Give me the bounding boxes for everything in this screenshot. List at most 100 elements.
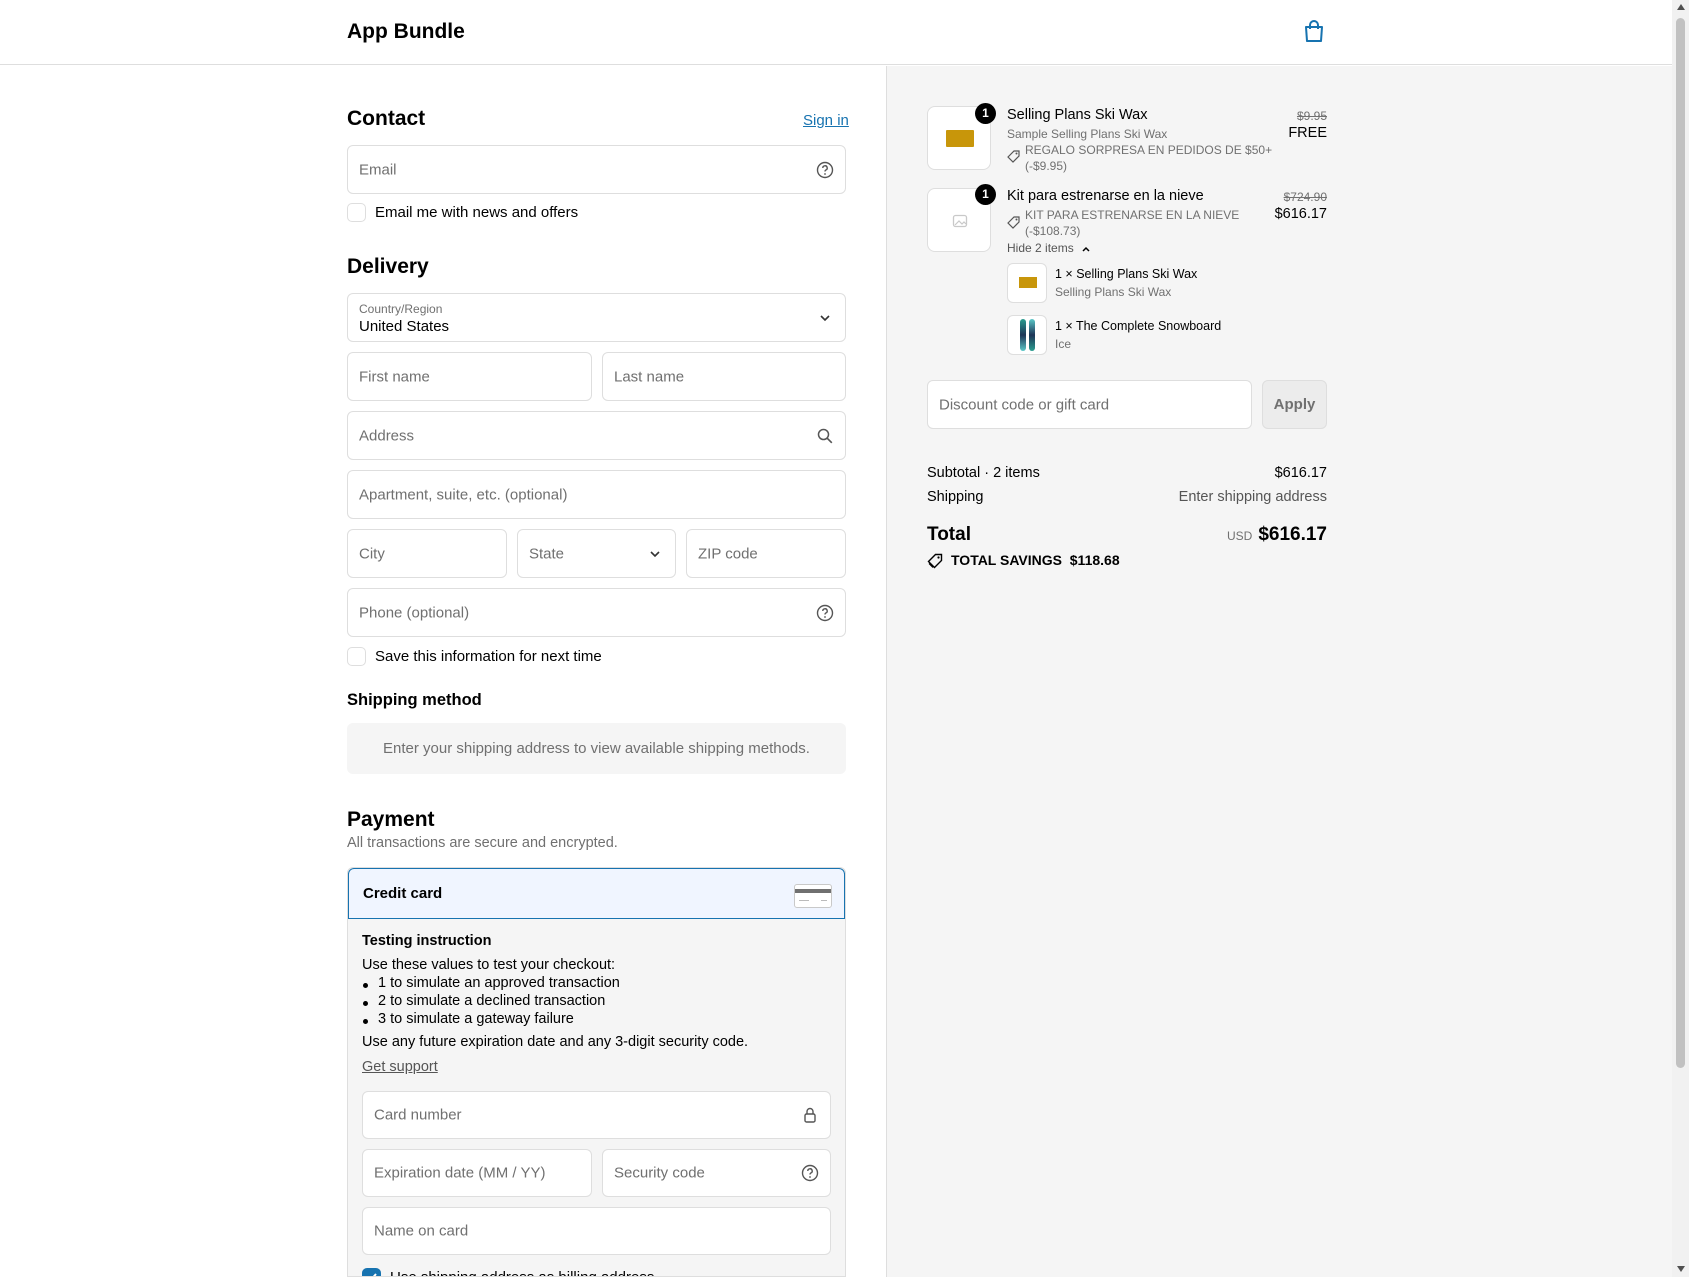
billing-checkbox[interactable] bbox=[362, 1268, 381, 1276]
help-circle-icon[interactable] bbox=[801, 1164, 819, 1182]
item-name: Selling Plans Ski Wax bbox=[1007, 107, 1148, 123]
total-value: $616.17 bbox=[1258, 524, 1327, 545]
delivery-title: Delivery bbox=[347, 255, 429, 278]
scrollbar-thumb[interactable] bbox=[1676, 18, 1685, 1068]
lock-icon bbox=[804, 1107, 816, 1123]
shipping-value: Enter shipping address bbox=[1178, 489, 1327, 505]
instruction-code: 1 bbox=[378, 975, 387, 991]
item-price: FREE bbox=[1288, 125, 1327, 141]
tag-icon bbox=[1007, 150, 1020, 163]
apartment-field[interactable]: Apartment, suite, etc. (optional) bbox=[347, 470, 846, 519]
chevron-down-icon bbox=[650, 550, 660, 557]
help-circle-icon[interactable] bbox=[816, 161, 834, 179]
discount-code-placeholder: Discount code or gift card bbox=[939, 396, 1110, 413]
first-name-field[interactable]: First name bbox=[347, 352, 592, 401]
testing-instruction-intro: Use these values to test your checkout: bbox=[362, 957, 616, 973]
search-icon bbox=[817, 428, 833, 443]
card-number-field[interactable]: Card number bbox=[362, 1091, 831, 1139]
instruction-item: 1 to simulate an approved transaction bbox=[378, 975, 620, 991]
last-name-field[interactable]: Last name bbox=[602, 352, 846, 401]
address-field[interactable]: Address bbox=[347, 411, 846, 460]
email-placeholder: Email bbox=[359, 161, 397, 178]
testing-instruction-title: Testing instruction bbox=[362, 933, 492, 949]
shopping-bag-icon[interactable] bbox=[1301, 18, 1327, 44]
expiration-placeholder: Expiration date (MM / YY) bbox=[374, 1164, 546, 1182]
quantity-badge: 1 bbox=[975, 103, 996, 124]
phone-field[interactable]: Phone (optional) bbox=[347, 588, 846, 637]
name-on-card-placeholder: Name on card bbox=[374, 1222, 469, 1240]
instruction-item: 3 to simulate a gateway failure bbox=[378, 1011, 574, 1027]
security-code-placeholder: Security code bbox=[614, 1164, 705, 1182]
country-label: Country/Region bbox=[359, 302, 443, 316]
save-info-checkbox[interactable] bbox=[347, 647, 366, 666]
payment-title: Payment bbox=[347, 808, 435, 831]
hide-items-label: Hide 2 items bbox=[1007, 241, 1074, 255]
credit-card-option[interactable]: Credit card bbox=[348, 868, 845, 919]
shipping-method-title: Shipping method bbox=[347, 691, 482, 709]
zip-field[interactable]: ZIP code bbox=[686, 529, 846, 578]
subtotal-label: Subtotal · 2 items bbox=[927, 465, 1040, 481]
component-thumbnail bbox=[1007, 263, 1047, 303]
item-price: $616.17 bbox=[1274, 206, 1327, 222]
bullet bbox=[363, 1001, 368, 1006]
hide-items-toggle[interactable]: Hide 2 items bbox=[1007, 241, 1091, 255]
country-select[interactable]: Country/Region United States bbox=[347, 293, 846, 342]
scroll-up-arrow-icon[interactable] bbox=[1676, 4, 1685, 10]
component-thumbnail bbox=[1007, 315, 1047, 355]
subtotal-value: $616.17 bbox=[1274, 465, 1327, 481]
chevron-up-icon bbox=[1082, 246, 1090, 252]
sign-in-link[interactable]: Sign in bbox=[803, 112, 849, 129]
item-discount: REGALO SORPRESA EN PEDIDOS DE $50+ bbox=[1025, 143, 1273, 157]
apartment-placeholder: Apartment, suite, etc. (optional) bbox=[359, 486, 568, 503]
ski-wax-image bbox=[946, 130, 974, 147]
snowboard-image bbox=[1029, 319, 1035, 351]
item-discount-amount: (-$9.95) bbox=[1025, 159, 1068, 173]
item-discount: KIT PARA ESTRENARSE EN LA NIEVE bbox=[1025, 208, 1240, 222]
item-variant: Sample Selling Plans Ski Wax bbox=[1007, 127, 1168, 141]
order-summary-panel bbox=[886, 66, 1672, 1277]
last-name-placeholder: Last name bbox=[614, 368, 685, 385]
country-value: United States bbox=[359, 318, 450, 335]
original-price: $724.90 bbox=[1283, 190, 1327, 204]
name-on-card-field[interactable]: Name on card bbox=[362, 1207, 831, 1255]
get-support-link[interactable]: Get support bbox=[362, 1059, 438, 1075]
contact-title: Contact bbox=[347, 107, 426, 130]
discount-code-field[interactable]: Discount code or gift card bbox=[927, 380, 1252, 429]
help-circle-icon[interactable] bbox=[816, 604, 834, 622]
news-checkbox[interactable] bbox=[347, 203, 366, 222]
component-name: 1 × Selling Plans Ski Wax bbox=[1055, 267, 1198, 281]
currency-code: USD bbox=[1226, 529, 1253, 543]
billing-label: Use shipping address as billing address bbox=[390, 1269, 654, 1276]
security-code-field[interactable]: Security code bbox=[602, 1149, 831, 1197]
chevron-down-icon bbox=[820, 314, 830, 321]
state-select[interactable]: State bbox=[517, 529, 676, 578]
component-variant: Ice bbox=[1055, 337, 1072, 351]
shipping-method-message: Enter your shipping address to view avai… bbox=[347, 723, 846, 774]
apply-button[interactable]: Apply bbox=[1262, 380, 1327, 429]
expiration-field[interactable]: Expiration date (MM / YY) bbox=[362, 1149, 592, 1197]
zip-placeholder: ZIP code bbox=[698, 545, 758, 562]
card-number-placeholder: Card number bbox=[374, 1106, 462, 1124]
scroll-down-arrow-icon[interactable] bbox=[1676, 1266, 1685, 1272]
total-label: Total bbox=[927, 524, 971, 545]
total-amount: USD $616.17 bbox=[1227, 524, 1327, 546]
payment-subtitle: All transactions are secure and encrypte… bbox=[347, 835, 618, 851]
snowboard-image bbox=[1020, 319, 1026, 351]
phone-placeholder: Phone (optional) bbox=[359, 604, 470, 621]
payment-box: Credit card Testing instruction Use thes… bbox=[347, 867, 846, 1277]
original-price: $9.95 bbox=[1296, 109, 1327, 123]
component-name: 1 × The Complete Snowboard bbox=[1055, 319, 1222, 333]
store-brand[interactable]: App Bundle bbox=[347, 20, 465, 44]
total-savings: TOTAL SAVINGS $118.68 bbox=[927, 552, 1120, 569]
credit-card-label: Credit card bbox=[363, 885, 443, 902]
checkmark-icon bbox=[372, 1273, 377, 1276]
bullet bbox=[363, 1019, 368, 1024]
instruction-text: to simulate a gateway failure bbox=[386, 1011, 574, 1027]
instruction-item: 2 to simulate a declined transaction bbox=[378, 993, 605, 1009]
email-field[interactable]: Email bbox=[347, 145, 846, 194]
city-field[interactable]: City bbox=[347, 529, 507, 578]
address-placeholder: Address bbox=[359, 427, 415, 444]
tag-icon bbox=[927, 554, 943, 569]
total-savings-value: $118.68 bbox=[1069, 552, 1120, 568]
instruction-text: to simulate a declined transaction bbox=[386, 993, 606, 1009]
